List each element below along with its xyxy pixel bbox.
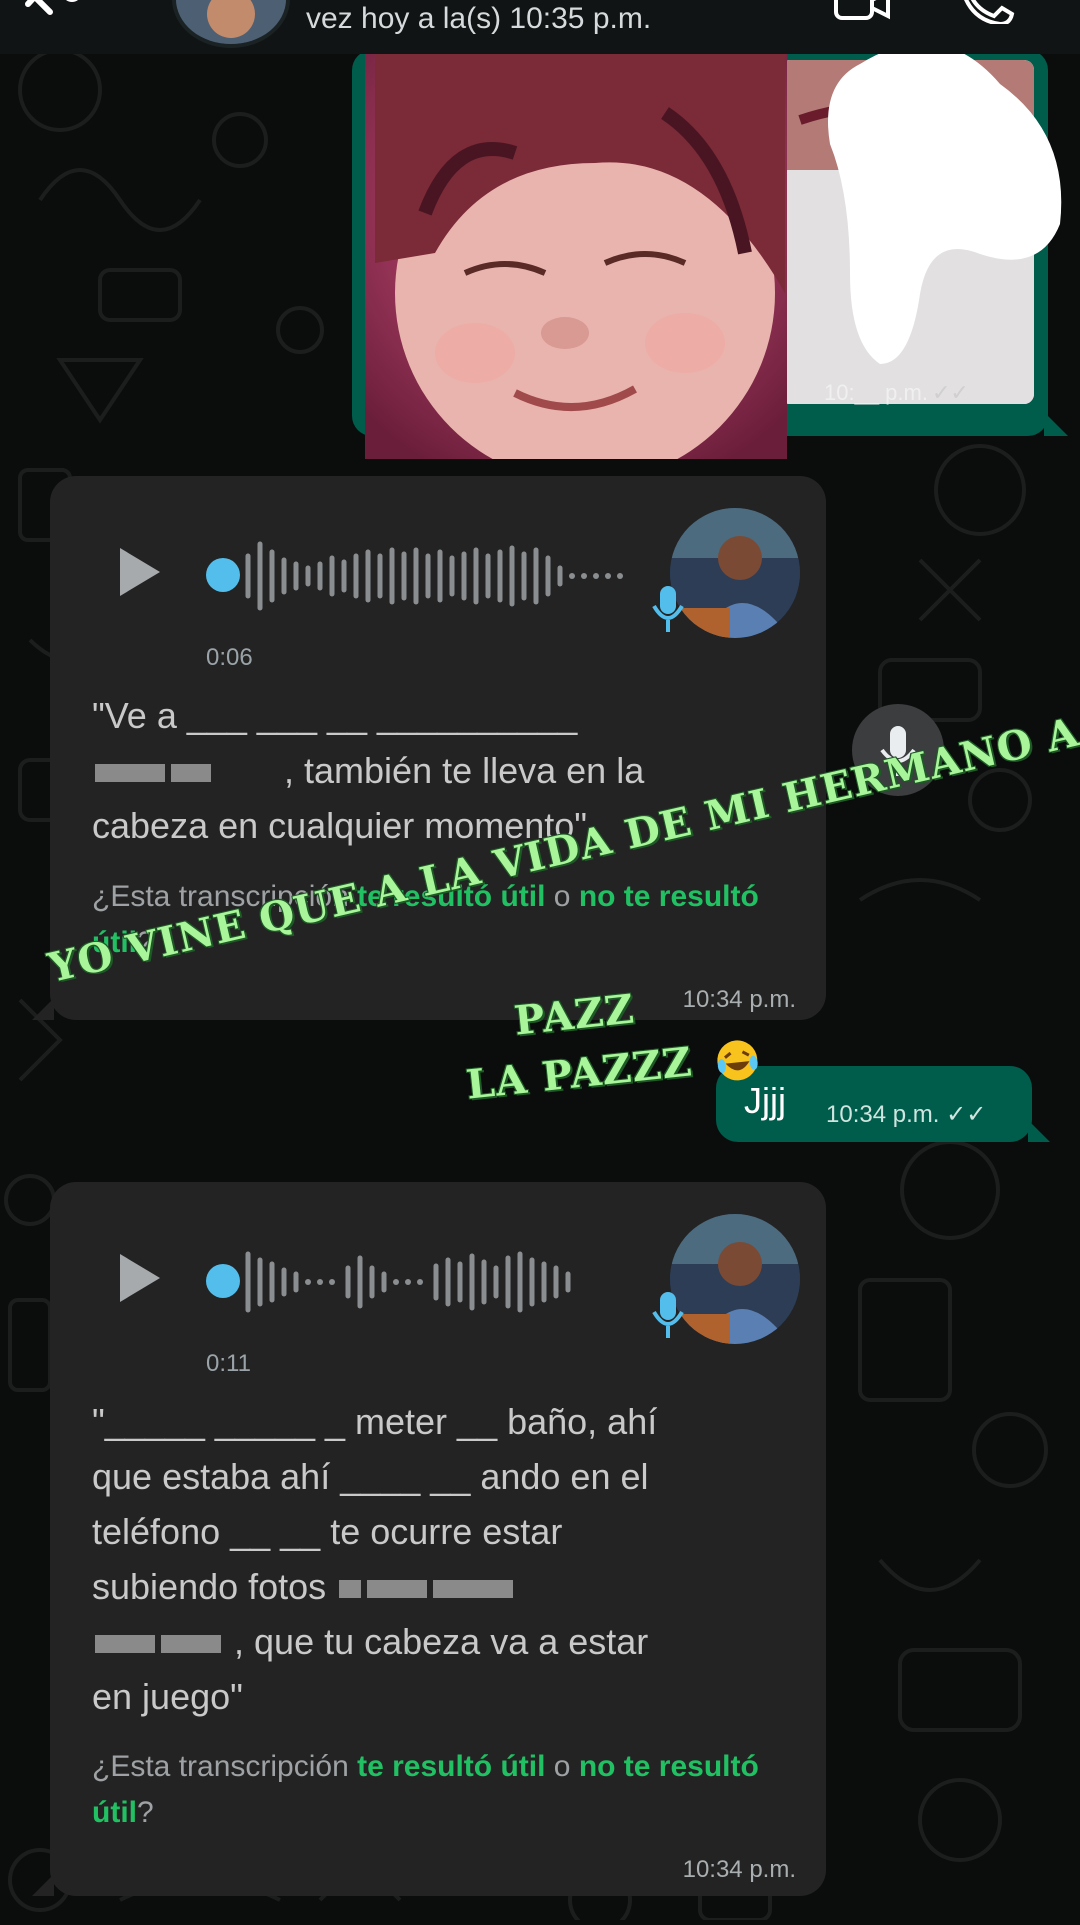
video-call-icon[interactable] [832, 0, 892, 26]
microphone-icon [650, 1288, 686, 1342]
baby-photo[interactable] [365, 33, 787, 459]
message-text: Jjjj [744, 1080, 786, 1121]
play-icon[interactable] [116, 544, 164, 600]
blurred-text [433, 1580, 514, 1599]
voice-duration: 0:06 [206, 644, 253, 671]
white-scribble-overlay [820, 24, 1080, 384]
blurred-text [367, 1580, 428, 1599]
audio-waveform[interactable] [242, 1244, 662, 1320]
contact-avatar[interactable] [172, 0, 290, 48]
playback-progress-handle[interactable] [206, 1264, 240, 1298]
feedback-useful-link[interactable]: te resultó útil [357, 1750, 545, 1783]
sender-avatar [670, 508, 800, 638]
blurred-text [161, 1635, 221, 1654]
voice-message-bubble[interactable]: 0:11 "_____ _____ _ meter __ baño, ahí q… [32, 1182, 826, 1896]
last-seen-status: vez hoy a la(s) 10:35 p.m. [306, 2, 652, 35]
message-time: 10:34 p.m. [682, 1856, 796, 1883]
transcript-feedback: ¿Esta transcripción te resultó útil o no… [92, 1750, 759, 1829]
sender-avatar [670, 1214, 800, 1344]
message-time: 10:34 p.m. ✓✓ [826, 1101, 987, 1128]
message-time: 10:34 p.m. [682, 986, 796, 1013]
blurred-text [95, 764, 165, 783]
back-icon[interactable] [20, 0, 80, 30]
voice-transcript: "_____ _____ _ meter __ baño, ahí que es… [92, 1401, 658, 1717]
blurred-text [171, 764, 211, 783]
playback-progress-handle[interactable] [206, 558, 240, 592]
phone-call-icon[interactable] [960, 0, 1020, 27]
play-icon[interactable] [116, 1250, 164, 1306]
blurred-text [95, 1635, 155, 1654]
outgoing-text-bubble[interactable]: Jjjj 10:34 p.m. ✓✓ [716, 1066, 1050, 1142]
microphone-icon [650, 582, 686, 636]
voice-duration: 0:11 [206, 1350, 251, 1377]
blurred-text [339, 1580, 362, 1599]
laughing-emoji-icon [713, 1036, 761, 1084]
chat-header: vez hoy a la(s) 10:35 p.m. [0, 0, 1080, 54]
audio-waveform[interactable] [242, 538, 662, 614]
read-ticks-icon: ✓✓ [946, 1101, 987, 1128]
